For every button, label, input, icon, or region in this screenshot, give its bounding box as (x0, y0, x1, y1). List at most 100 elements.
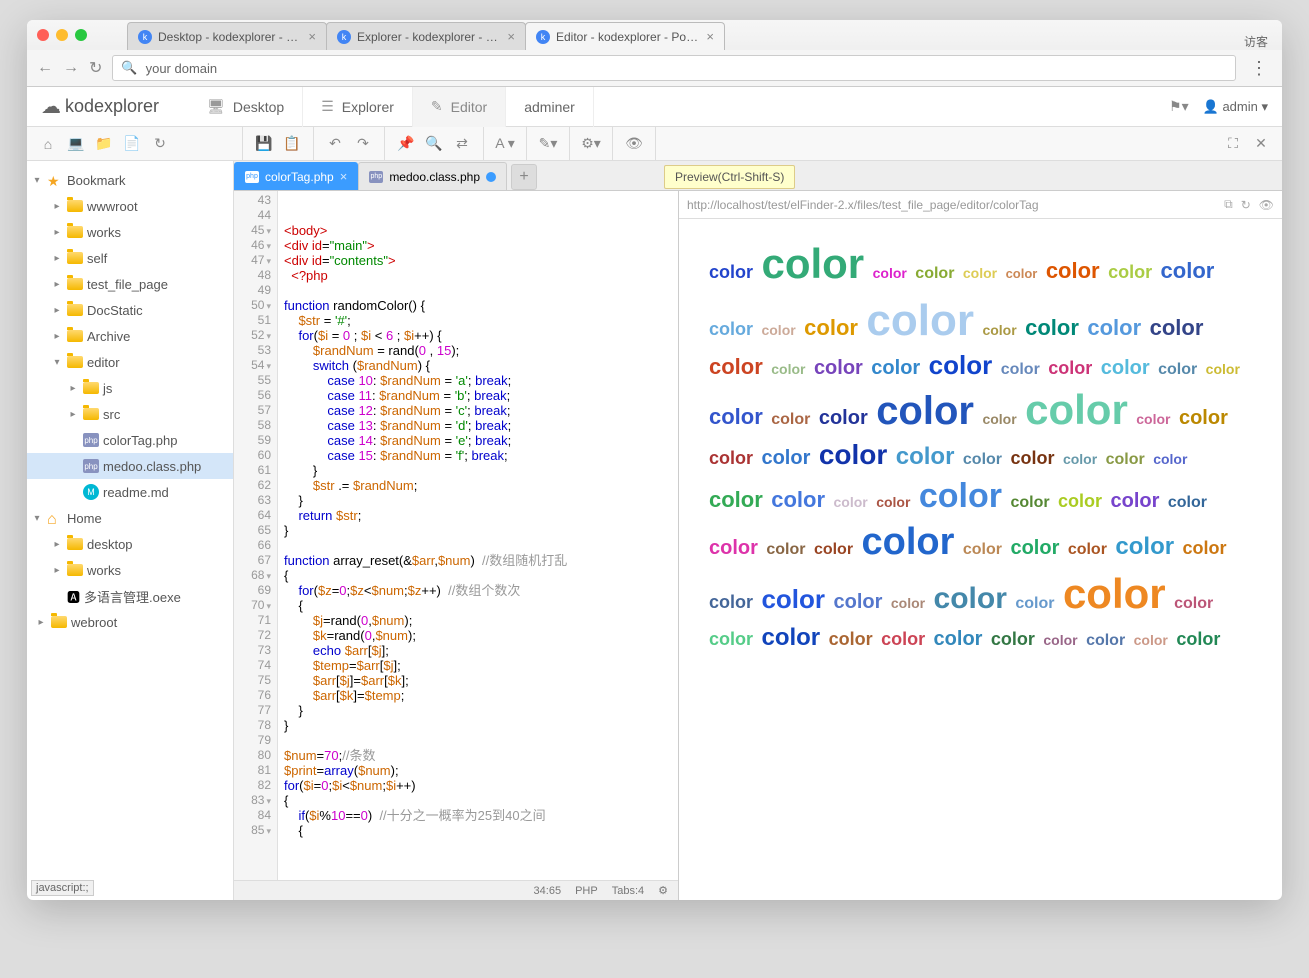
file-icon[interactable]: 📄 (119, 131, 145, 157)
code-line[interactable] (284, 733, 672, 748)
tree-section-bookmark[interactable]: ▾Bookmark (27, 167, 233, 193)
gutter-line[interactable]: 80 (234, 748, 271, 763)
code-line[interactable]: if($i%10==0) //十分之一概率为25到40之间 (284, 808, 672, 823)
reload-button[interactable]: ↻ (89, 58, 102, 78)
tag-word[interactable]: color (1174, 594, 1213, 615)
gutter-line[interactable]: 81 (234, 763, 271, 778)
gutter-line[interactable]: 44 (234, 208, 271, 223)
tag-word[interactable]: color (709, 261, 753, 284)
gutter-line[interactable]: 53 (234, 343, 271, 358)
code-line[interactable]: { (284, 823, 672, 838)
tag-word[interactable]: color (1136, 410, 1170, 428)
tag-word[interactable]: color (1048, 357, 1092, 380)
tree-node-desktop[interactable]: ▸ desktop (27, 531, 233, 557)
tab-close-icon[interactable]: × (308, 29, 316, 44)
tag-word[interactable]: color (771, 360, 805, 378)
tag-word[interactable]: color (709, 353, 763, 382)
gutter-line[interactable]: 65 (234, 523, 271, 538)
preview-url[interactable]: http://localhost/test/elFinder-2.x/files… (687, 198, 1216, 212)
close-icon[interactable]: ✕ (1248, 131, 1274, 157)
tree-node-DocStatic[interactable]: ▸ DocStatic (27, 297, 233, 323)
tag-word[interactable]: color (963, 264, 997, 282)
code-line[interactable]: case 10: $randNum = 'a'; break; (284, 373, 672, 388)
tag-word[interactable]: color (1068, 540, 1107, 561)
code-line[interactable]: for($z=0;$z<$num;$z++) //数组个数次 (284, 583, 672, 598)
tag-word[interactable]: color (934, 579, 1007, 618)
tag-word[interactable]: color (771, 410, 810, 431)
gutter-line[interactable]: 48 (234, 268, 271, 283)
menu-button[interactable]: ⋮ (1246, 58, 1272, 79)
gutter-line[interactable]: 43 (234, 193, 271, 208)
gutter-line[interactable]: 84 (234, 808, 271, 823)
home-icon[interactable]: ⌂ (35, 131, 61, 157)
tag-word[interactable]: color (1046, 257, 1100, 286)
gutter-line[interactable]: 56 (234, 388, 271, 403)
code-line[interactable]: $print=array($num); (284, 763, 672, 778)
url-bar[interactable]: 🔍 your domain (112, 55, 1236, 81)
tag-word[interactable]: color (915, 264, 954, 285)
tree-node-editor[interactable]: ▾ editor (27, 349, 233, 375)
code-line[interactable] (284, 208, 672, 223)
tree-twisty-icon[interactable]: ▸ (67, 409, 79, 420)
code-line[interactable]: } (284, 493, 672, 508)
back-button[interactable]: ← (37, 59, 53, 77)
code-line[interactable]: <?php (284, 268, 672, 283)
code-line[interactable]: for($i=0;$i<$num;$i++) (284, 778, 672, 793)
gear-icon[interactable]: ⚙▾ (578, 131, 604, 157)
code-line[interactable]: $str = '#'; (284, 313, 672, 328)
gutter-line[interactable]: 76 (234, 688, 271, 703)
tag-word[interactable]: color (1183, 537, 1227, 560)
code-line[interactable]: function randomColor() { (284, 298, 672, 313)
tag-word[interactable]: color (1111, 488, 1160, 514)
tag-word[interactable]: color (881, 628, 925, 651)
gutter-line[interactable]: 70 (234, 598, 271, 613)
flag-icon[interactable]: ⚑▾ (1169, 98, 1189, 115)
code-line[interactable]: $k=rand(0,$num); (284, 628, 672, 643)
code-line[interactable]: { (284, 793, 672, 808)
wand-icon[interactable]: ✎▾ (535, 131, 561, 157)
gutter-line[interactable]: 52 (234, 328, 271, 343)
tag-word[interactable]: color (1001, 360, 1040, 381)
tree-node-src[interactable]: ▸ src (27, 401, 233, 427)
copy-icon[interactable]: 📋 (279, 131, 305, 157)
gutter-line[interactable]: 66 (234, 538, 271, 553)
tab-size[interactable]: Tabs:4 (612, 885, 644, 897)
gutter-line[interactable]: 49 (234, 283, 271, 298)
code-line[interactable]: switch ($randNum) { (284, 358, 672, 373)
tab-close-icon[interactable]: × (706, 29, 714, 44)
tag-word[interactable]: color (896, 441, 955, 472)
gutter-line[interactable]: 51 (234, 313, 271, 328)
code-line[interactable]: $temp=$arr[$j]; (284, 658, 672, 673)
window-maximize-button[interactable] (75, 29, 87, 41)
save-icon[interactable]: 💾 (251, 131, 277, 157)
code-line[interactable] (284, 538, 672, 553)
top-tab-adminer[interactable]: adminer (506, 87, 594, 127)
tag-word[interactable]: color (1161, 257, 1215, 286)
tag-word[interactable]: color (873, 264, 907, 282)
tag-word[interactable]: color (1101, 355, 1150, 381)
tree-twisty-icon[interactable]: ▸ (51, 539, 63, 550)
tag-word[interactable]: color (834, 493, 868, 511)
tag-word[interactable]: color (834, 589, 883, 615)
tag-word[interactable]: color (829, 628, 873, 651)
preview-refresh-icon[interactable]: ↻ (1241, 198, 1251, 212)
tag-word[interactable]: color (709, 486, 763, 515)
tag-word[interactable]: color (771, 486, 825, 515)
tree-twisty-icon[interactable]: ▸ (51, 279, 63, 290)
tag-word[interactable]: color (963, 450, 1002, 471)
tag-word[interactable]: color (1015, 594, 1054, 615)
gutter-line[interactable]: 50 (234, 298, 271, 313)
tag-word[interactable]: color (761, 321, 795, 339)
tag-word[interactable]: color (814, 540, 853, 561)
tag-word[interactable]: color (1010, 493, 1049, 514)
gutter-line[interactable]: 64 (234, 508, 271, 523)
tree-twisty-icon[interactable]: ▾ (51, 357, 63, 368)
gutter-line[interactable]: 74 (234, 658, 271, 673)
code-editor[interactable]: 4344454647484950515253545556575859606162… (234, 191, 679, 900)
tag-word[interactable]: color (1134, 631, 1168, 649)
undo-icon[interactable]: ↶ (322, 131, 348, 157)
tag-word[interactable]: color (709, 591, 753, 614)
tag-word[interactable]: color (934, 626, 983, 652)
gutter-line[interactable]: 75 (234, 673, 271, 688)
tag-word[interactable]: color (963, 540, 1002, 561)
